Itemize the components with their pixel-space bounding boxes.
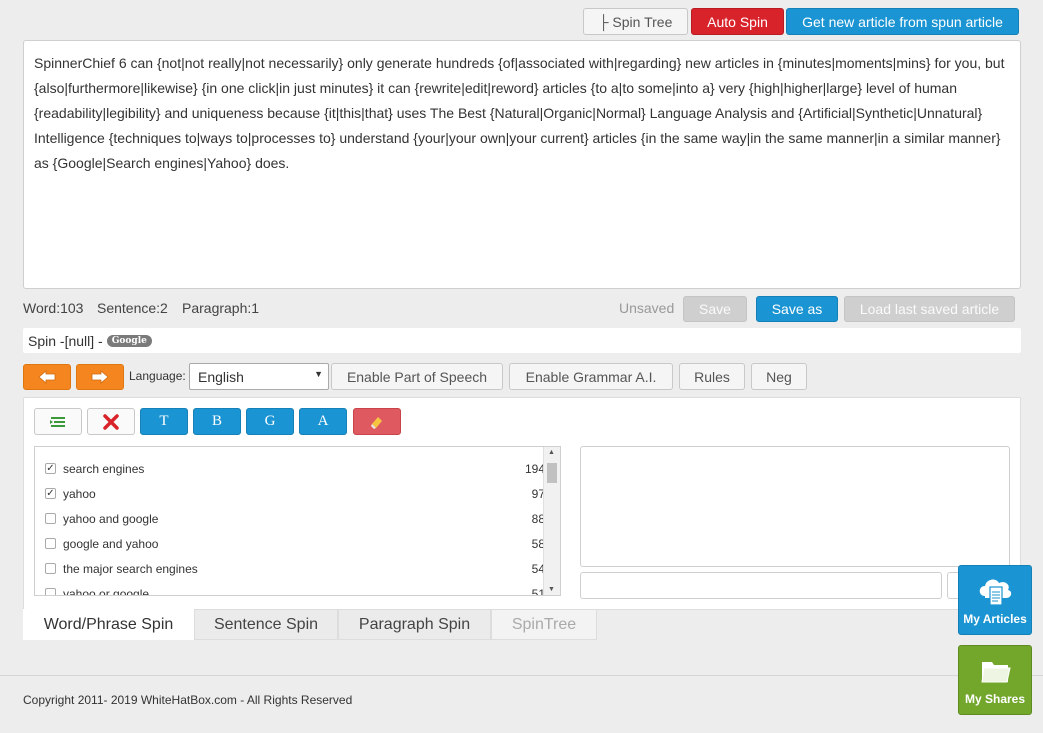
list-item[interactable]: the major search engines 54 <box>35 556 545 581</box>
word-count: Word:103 <box>23 300 84 316</box>
neg-button[interactable]: Neg <box>751 363 807 390</box>
synonym-text: yahoo <box>63 486 96 501</box>
checkbox[interactable] <box>45 513 56 524</box>
checkbox[interactable] <box>45 563 56 574</box>
prev-arrow-button[interactable] <box>23 364 71 390</box>
synonym-count: 51 <box>531 586 545 596</box>
synonym-count: 194 <box>524 461 545 476</box>
language-select[interactable]: English ▼ <box>189 363 329 390</box>
synonym-count: 97 <box>531 486 545 501</box>
footer-divider <box>0 675 1043 676</box>
spin-info-bar: Spin -[null] - Google <box>23 328 1021 353</box>
save-button[interactable]: Save <box>683 296 747 322</box>
save-status: Unsaved <box>619 300 675 316</box>
language-label: Language: <box>129 369 186 383</box>
list-item[interactable]: yahoo or google 51 <box>35 581 545 596</box>
scroll-down-icon[interactable]: ▼ <box>548 586 555 593</box>
scrollbar[interactable]: ▲ ▼ <box>543 447 560 595</box>
arrow-right-icon <box>91 370 109 384</box>
checkbox[interactable]: ✓ <box>45 463 56 474</box>
close-icon <box>103 413 119 430</box>
synonym-count: 58 <box>531 536 545 551</box>
checkbox[interactable]: ✓ <box>45 488 56 499</box>
my-articles-button[interactable]: My Articles <box>958 565 1032 635</box>
eraser-button[interactable] <box>353 408 401 435</box>
synonym-input[interactable] <box>580 572 942 599</box>
tool-b-button[interactable]: B <box>193 408 241 435</box>
sentence-count: Sentence:2 <box>97 300 168 316</box>
get-new-article-button[interactable]: Get new article from spun article <box>786 8 1019 35</box>
list-item[interactable]: ✓ search engines 194 <box>35 456 545 481</box>
scroll-up-icon[interactable]: ▲ <box>548 449 555 456</box>
spin-info-label: Spin -[null] - <box>28 332 103 349</box>
synonym-count: 88 <box>531 511 545 526</box>
synonym-list[interactable]: ✓ search engines 194 ✓ yahoo 97 yahoo an… <box>34 446 561 596</box>
scroll-thumb[interactable] <box>547 463 557 483</box>
cloud-document-icon <box>979 579 1012 606</box>
synonym-text: yahoo or google <box>63 586 150 596</box>
arrow-left-icon <box>38 370 56 384</box>
my-articles-label: My Articles <box>963 612 1027 626</box>
google-badge: Google <box>106 334 152 347</box>
rules-button[interactable]: Rules <box>679 363 745 390</box>
insert-list-icon <box>50 416 65 427</box>
delete-button[interactable] <box>87 408 135 435</box>
synonym-text: search engines <box>63 461 145 476</box>
tool-t-button[interactable]: T <box>140 408 188 435</box>
next-arrow-button[interactable] <box>76 364 124 390</box>
save-as-button[interactable]: Save as <box>756 296 838 322</box>
dropdown-arrow-icon: ▼ <box>314 369 323 379</box>
auto-spin-button[interactable]: Auto Spin <box>691 8 784 35</box>
tab-paragraph-spin[interactable]: Paragraph Spin <box>338 609 491 640</box>
list-item[interactable]: ✓ yahoo 97 <box>35 481 545 506</box>
language-value: English <box>198 368 244 385</box>
synonym-text: yahoo and google <box>63 511 159 526</box>
tab-sentence-spin[interactable]: Sentence Spin <box>194 609 338 640</box>
eraser-icon <box>371 416 382 429</box>
my-shares-label: My Shares <box>964 692 1026 706</box>
load-last-saved-button[interactable]: Load last saved article <box>844 296 1015 322</box>
folder-icon <box>981 662 1011 683</box>
synonym-count: 54 <box>531 561 545 576</box>
list-item[interactable]: google and yahoo 58 <box>35 531 545 556</box>
checkbox[interactable] <box>45 538 56 549</box>
copyright-text: Copyright 2011- 2019 WhiteHatBox.com - A… <box>23 693 353 707</box>
tab-word-phrase-spin[interactable]: Word/Phrase Spin <box>23 609 194 640</box>
tool-g-button[interactable]: G <box>246 408 294 435</box>
tab-spintree[interactable]: SpinTree <box>491 609 597 640</box>
article-editor[interactable]: SpinnerChief 6 can {not|not really|not n… <box>23 40 1021 289</box>
paragraph-count: Paragraph:1 <box>182 300 260 316</box>
list-item[interactable]: yahoo and google 88 <box>35 506 545 531</box>
synonym-text: google and yahoo <box>63 536 159 551</box>
my-shares-button[interactable]: My Shares <box>958 645 1032 715</box>
synonym-text: the major search engines <box>63 561 198 576</box>
synonym-textarea[interactable] <box>580 446 1010 567</box>
tool-a-button[interactable]: A <box>299 408 347 435</box>
enable-part-of-speech-button[interactable]: Enable Part of Speech <box>331 363 503 390</box>
insert-button[interactable] <box>34 408 82 435</box>
enable-grammar-ai-button[interactable]: Enable Grammar A.I. <box>509 363 673 390</box>
spin-tree-button[interactable]: ├ Spin Tree <box>583 8 688 35</box>
checkbox[interactable] <box>45 588 56 595</box>
